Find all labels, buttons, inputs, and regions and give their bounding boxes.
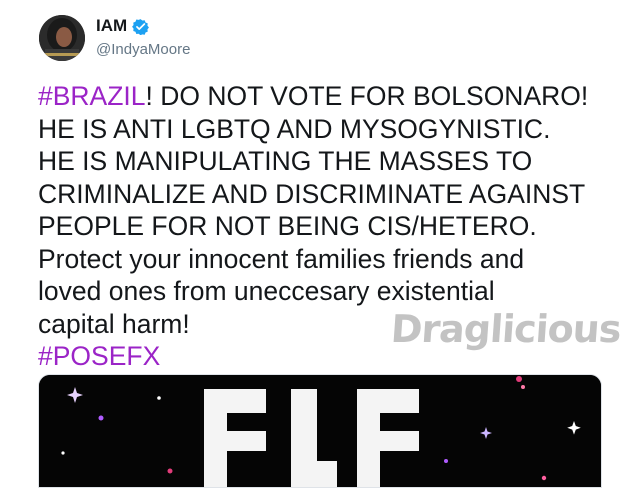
tweet-line-3: HE IS MANIPULATING THE MASSES TO bbox=[38, 146, 533, 176]
profile-avatar[interactable] bbox=[39, 15, 85, 61]
display-name[interactable]: IAM bbox=[96, 16, 127, 36]
line-text: ! DO NOT VOTE FOR BOLSONARO! bbox=[145, 81, 589, 111]
media-artwork bbox=[39, 375, 601, 487]
tweet-line-5: PEOPLE FOR NOT BEING CIS/HETERO. bbox=[38, 211, 537, 241]
tweet-line-1: #BRAZIL! DO NOT VOTE FOR BOLSONARO! bbox=[38, 80, 628, 113]
hashtag-link[interactable]: #POSEFX bbox=[38, 341, 160, 371]
author-name-row: IAM bbox=[96, 16, 150, 36]
hashtag-link[interactable]: #BRAZIL bbox=[38, 81, 146, 111]
user-handle[interactable]: @IndyaMoore bbox=[96, 41, 190, 58]
tweet-line-6: Protect your innocent families friends a… bbox=[38, 243, 525, 274]
avatar-image bbox=[39, 15, 85, 61]
verified-badge-icon bbox=[132, 18, 150, 35]
tweet-line-4: CRIMINALIZE AND DISCRIMINATE AGAINST bbox=[38, 178, 586, 209]
watermark-logo: Draglicious bbox=[389, 307, 623, 351]
tweet-media-image[interactable] bbox=[38, 374, 602, 488]
tweet-line-2: HE IS ANTI LGBTQ AND MYSOGYNISTIC. bbox=[38, 113, 551, 144]
tweet-line-7: loved ones from uneccesary existential bbox=[38, 276, 495, 306]
